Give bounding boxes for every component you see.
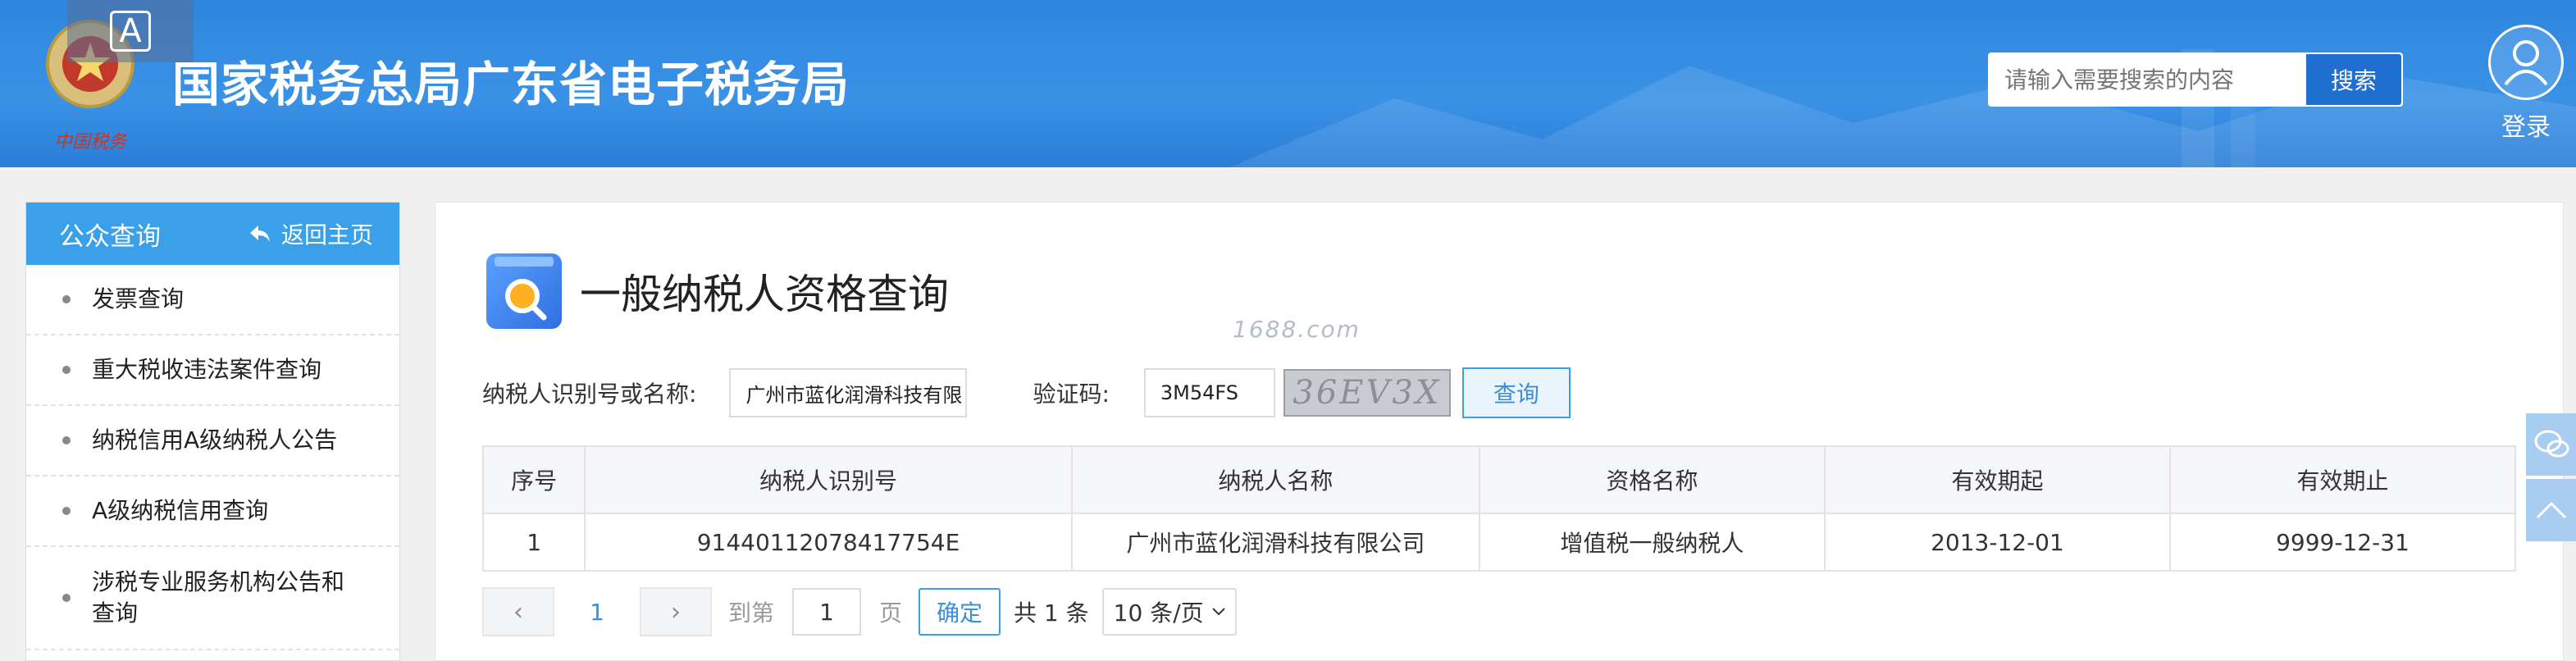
- site-header: 中国税务 A 国家税务总局广东省电子税务局 搜索 登录: [0, 0, 2576, 167]
- watermark-text: 1688.com: [1233, 316, 1361, 343]
- prev-page-button[interactable]: ‹: [482, 587, 554, 636]
- pagination: ‹ 1 › 到第 1 页 确定 共 1 条 10 条/页: [482, 586, 1237, 637]
- total-count: 共 1 条: [1014, 599, 1089, 627]
- user-avatar-icon: [2488, 25, 2564, 100]
- sidebar-title: 公众查询: [59, 221, 161, 252]
- login-label: 登录: [2501, 113, 2551, 142]
- page-number-current[interactable]: 1: [554, 599, 640, 626]
- chevron-down-icon: [1211, 608, 1225, 616]
- col-header-index: 序号: [481, 445, 586, 514]
- sidebar: 公众查询 返回主页 发票查询 重大税收违法案件查询 纳税信用A级纳税人公告 A级…: [25, 202, 400, 661]
- col-header-valid-from: 有效期起: [1823, 445, 2171, 514]
- cell-taxpayer-id: 91440112078417754E: [584, 513, 1073, 572]
- next-page-button[interactable]: ›: [640, 587, 712, 636]
- wechat-icon[interactable]: [2526, 413, 2576, 476]
- captcha-label: 验证码:: [1033, 381, 1110, 408]
- back-to-top-icon[interactable]: [2526, 479, 2576, 541]
- sidebar-header: 公众查询 返回主页: [26, 203, 399, 265]
- col-header-valid-to: 有效期止: [2168, 445, 2517, 514]
- taxpayer-input[interactable]: 广州市蓝化润滑科技有限: [729, 368, 968, 417]
- cell-valid-from: 2013-12-01: [1823, 513, 2171, 572]
- back-home-label: 返回主页: [280, 221, 373, 248]
- table-header-row: 序号 纳税人识别号 纳税人名称 资格名称 有效期起 有效期止: [481, 445, 2517, 514]
- sidebar-item-invoice-query[interactable]: 发票查询: [26, 265, 399, 335]
- page-header: 一般纳税人资格查询: [486, 253, 949, 329]
- cell-index: 1: [481, 513, 586, 572]
- search-button[interactable]: 搜索: [2306, 54, 2401, 105]
- page-size-select[interactable]: 10 条/页: [1101, 588, 1237, 636]
- result-table: 序号 纳税人识别号 纳税人名称 资格名称 有效期起 有效期止 1 9144011…: [481, 445, 2517, 572]
- main-panel: 一般纳税人资格查询 1688.com 纳税人识别号或名称: 广州市蓝化润滑科技有…: [435, 202, 2564, 661]
- search-input[interactable]: [1990, 54, 2306, 105]
- table-row: 1 91440112078417754E 广州市蓝化润滑科技有限公司 增值税一般…: [481, 513, 2517, 572]
- col-header-taxpayer-name: 纳税人名称: [1070, 445, 1480, 514]
- site-title: 国家税务总局广东省电子税务局: [172, 57, 850, 112]
- taxpayer-label: 纳税人识别号或名称:: [482, 381, 697, 408]
- cell-taxpayer-name: 广州市蓝化润滑科技有限公司: [1070, 513, 1480, 572]
- goto-label: 到第: [728, 599, 775, 627]
- sidebar-item-tax-service-agencies[interactable]: 涉税专业服务机构公告和查询: [26, 547, 399, 650]
- col-header-qualification: 资格名称: [1478, 445, 1826, 514]
- search-box: 搜索: [1988, 52, 2403, 107]
- col-header-taxpayer-id: 纳税人识别号: [584, 445, 1073, 514]
- svg-text:中国税务: 中国税务: [54, 132, 128, 153]
- captcha-input[interactable]: 3M54FS: [1143, 368, 1275, 417]
- sidebar-item-a-level-announcement[interactable]: 纳税信用A级纳税人公告: [26, 406, 399, 476]
- goto-page-input[interactable]: 1: [792, 588, 862, 636]
- query-magnifier-icon: [486, 253, 562, 329]
- sidebar-item-a-level-credit-query[interactable]: A级纳税信用查询: [26, 476, 399, 547]
- page-title: 一般纳税人资格查询: [580, 271, 949, 318]
- page-size-value: 10 条/页: [1113, 599, 1204, 627]
- captcha-image[interactable]: 36EV3X: [1283, 369, 1451, 417]
- back-home-link[interactable]: 返回主页: [248, 217, 373, 250]
- return-arrow-icon: [249, 226, 270, 242]
- page-unit-label: 页: [879, 599, 903, 627]
- login-button[interactable]: 登录: [2485, 25, 2567, 143]
- floating-toolbar: [2526, 413, 2576, 545]
- goto-confirm-button[interactable]: 确定: [919, 588, 1001, 636]
- cell-valid-to: 9999-12-31: [2168, 513, 2517, 572]
- sidebar-menu: 发票查询 重大税收违法案件查询 纳税信用A级纳税人公告 A级纳税信用查询 涉税专…: [26, 265, 399, 650]
- query-form: 纳税人识别号或名称: 广州市蓝化润滑科技有限 验证码: 3M54FS 36EV3…: [482, 367, 1571, 419]
- cell-qualification: 增值税一般纳税人: [1478, 513, 1826, 572]
- sidebar-item-tax-violation-query[interactable]: 重大税收违法案件查询: [26, 335, 399, 406]
- query-button[interactable]: 查询: [1461, 367, 1571, 418]
